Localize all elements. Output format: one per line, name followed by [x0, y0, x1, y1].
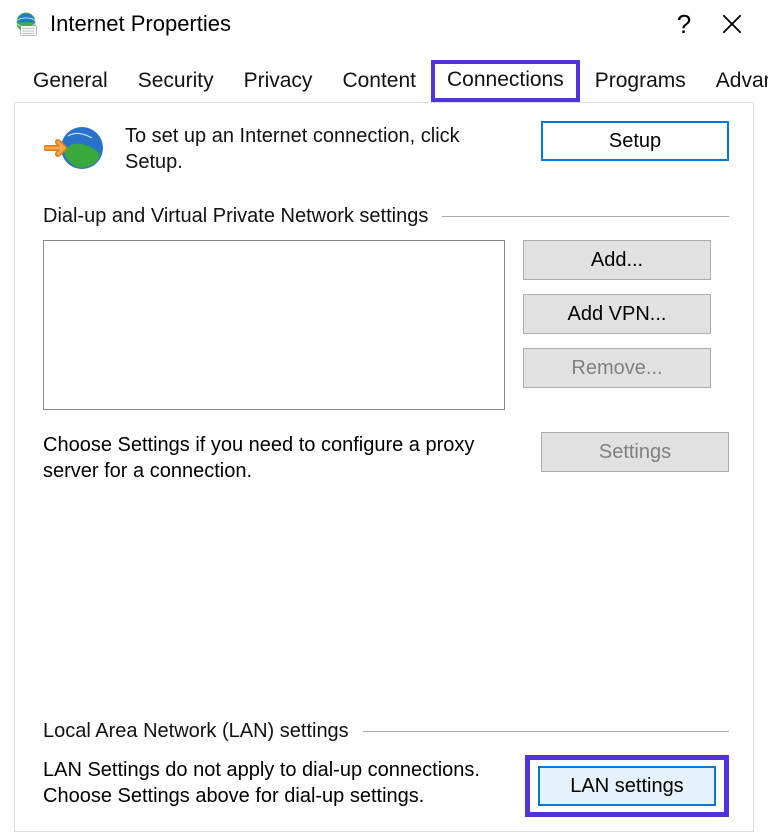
- tab-advanced[interactable]: Advanced: [701, 62, 768, 102]
- lan-settings-button[interactable]: LAN settings: [538, 766, 716, 806]
- proxy-choose-text: Choose Settings if you need to configure…: [43, 432, 523, 484]
- dialup-header-label: Dial-up and Virtual Private Network sett…: [43, 205, 428, 228]
- close-icon: [722, 14, 742, 34]
- tab-programs[interactable]: Programs: [580, 62, 701, 102]
- settings-button: Settings: [541, 432, 729, 472]
- help-button[interactable]: ?: [660, 4, 708, 44]
- setup-button[interactable]: Setup: [541, 121, 729, 161]
- window-title: Internet Properties: [50, 11, 231, 37]
- lan-text: LAN Settings do not apply to dial-up con…: [43, 755, 507, 809]
- connections-listbox[interactable]: [43, 240, 505, 410]
- divider-line: [442, 216, 729, 217]
- tab-connections[interactable]: Connections: [431, 60, 580, 102]
- remove-button: Remove...: [523, 348, 711, 388]
- tab-strip: General Security Privacy Content Connect…: [0, 48, 768, 102]
- lan-section: Local Area Network (LAN) settings LAN Se…: [43, 720, 729, 817]
- setup-section: To set up an Internet connection, click …: [43, 121, 729, 177]
- app-icon: [12, 10, 40, 38]
- titlebar: Internet Properties ?: [0, 0, 768, 48]
- lan-row: LAN Settings do not apply to dial-up con…: [43, 755, 729, 817]
- tab-privacy[interactable]: Privacy: [229, 62, 328, 102]
- add-button[interactable]: Add...: [523, 240, 711, 280]
- proxy-choose-row: Choose Settings if you need to configure…: [43, 432, 729, 484]
- divider-line: [363, 731, 729, 732]
- add-vpn-button[interactable]: Add VPN...: [523, 294, 711, 334]
- dialup-header: Dial-up and Virtual Private Network sett…: [43, 205, 729, 228]
- tab-security[interactable]: Security: [123, 62, 229, 102]
- setup-text: To set up an Internet connection, click …: [125, 121, 521, 175]
- setup-globe-icon: [43, 121, 105, 177]
- lan-highlight-box: LAN settings: [525, 755, 729, 817]
- dialup-button-column: Add... Add VPN... Remove...: [523, 240, 711, 388]
- lan-header-label: Local Area Network (LAN) settings: [43, 720, 349, 743]
- tab-general[interactable]: General: [18, 62, 123, 102]
- tab-content-panel: To set up an Internet connection, click …: [14, 102, 754, 832]
- tab-content[interactable]: Content: [327, 62, 431, 102]
- lan-header: Local Area Network (LAN) settings: [43, 720, 729, 743]
- close-button[interactable]: [708, 4, 756, 44]
- dialup-row: Add... Add VPN... Remove...: [43, 240, 729, 410]
